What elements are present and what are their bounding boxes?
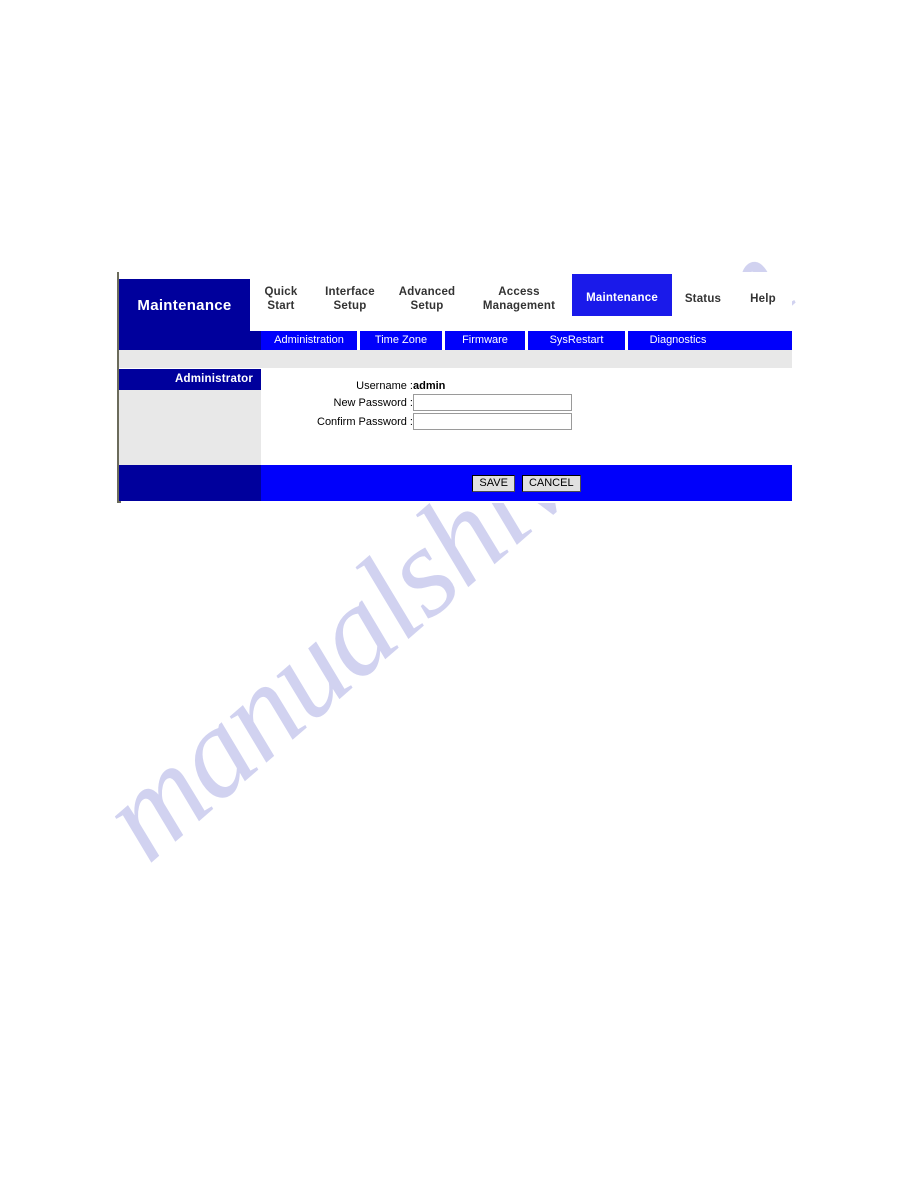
- panel-header: Maintenance Quick Start Interface Setup …: [119, 272, 792, 331]
- tab-help-label: Help: [750, 292, 776, 305]
- form-row-new-password: New Password :: [317, 393, 572, 412]
- tab-advanced-setup-line2: Setup: [410, 300, 444, 312]
- footer-left-block: [119, 465, 261, 501]
- tab-access-management-line2: Management: [482, 300, 556, 312]
- footer-actions: SAVE CANCEL: [261, 465, 792, 501]
- tab-maintenance-label: Maintenance: [586, 291, 658, 304]
- subtab-administration[interactable]: Administration: [261, 331, 360, 350]
- watermark: manualshive.com: [0, 0, 918, 1188]
- sidebar: Administrator: [119, 369, 261, 465]
- sub-navigation-spacer: [119, 331, 261, 350]
- sidebar-body: [119, 390, 261, 463]
- panel-bottom-border: [119, 501, 121, 503]
- panel-footer: SAVE CANCEL: [119, 465, 792, 501]
- username-label: Username :: [356, 380, 413, 392]
- confirm-password-label: Confirm Password :: [317, 415, 413, 428]
- tab-status[interactable]: Status: [672, 274, 734, 318]
- tab-access-management[interactable]: Access Management: [466, 274, 572, 318]
- panel-body: Administrator Username : admin New Passw…: [119, 369, 792, 465]
- tab-interface-setup[interactable]: Interface Setup: [312, 274, 388, 318]
- tab-status-label: Status: [684, 292, 722, 305]
- tab-help[interactable]: Help: [734, 274, 792, 318]
- subtab-sysrestart[interactable]: SysRestart: [528, 331, 628, 350]
- subtab-time-zone[interactable]: Time Zone: [360, 331, 445, 350]
- subtab-diagnostics[interactable]: Diagnostics: [628, 331, 728, 350]
- save-button[interactable]: SAVE: [472, 474, 515, 492]
- separator-strip: [119, 350, 792, 369]
- router-admin-panel: Maintenance Quick Start Interface Setup …: [117, 272, 792, 503]
- new-password-input[interactable]: [412, 394, 572, 411]
- new-password-label: New Password :: [333, 396, 413, 409]
- tab-interface-setup-line1: Interface: [325, 285, 375, 298]
- tab-interface-setup-line2: Setup: [333, 300, 367, 312]
- cancel-button[interactable]: CANCEL: [521, 474, 581, 492]
- sidebar-section-administrator: Administrator: [119, 369, 261, 390]
- username-value: admin: [412, 380, 446, 392]
- main-navigation: Quick Start Interface Setup Advanced Set…: [250, 272, 792, 331]
- tab-advanced-setup[interactable]: Advanced Setup: [388, 274, 466, 318]
- content-area: Username : admin New Password : Confirm …: [261, 369, 792, 465]
- sub-navigation: Administration Time Zone Firmware SysRes…: [119, 331, 792, 350]
- form-row-confirm-password: Confirm Password :: [317, 412, 572, 431]
- sub-navigation-bar: Administration Time Zone Firmware SysRes…: [261, 331, 792, 350]
- tab-quick-start-line1: Quick: [264, 285, 298, 298]
- tab-advanced-setup-line1: Advanced: [398, 285, 456, 298]
- tab-quick-start-line2: Start: [267, 300, 295, 312]
- tab-quick-start[interactable]: Quick Start: [250, 274, 312, 318]
- tab-access-management-line1: Access: [498, 285, 540, 298]
- tab-maintenance[interactable]: Maintenance: [572, 274, 672, 316]
- confirm-password-input[interactable]: [412, 413, 572, 430]
- administrator-form: Username : admin New Password : Confirm …: [317, 379, 572, 431]
- page-title: Maintenance: [119, 279, 250, 331]
- form-row-username: Username : admin: [317, 379, 572, 393]
- subtab-firmware[interactable]: Firmware: [445, 331, 528, 350]
